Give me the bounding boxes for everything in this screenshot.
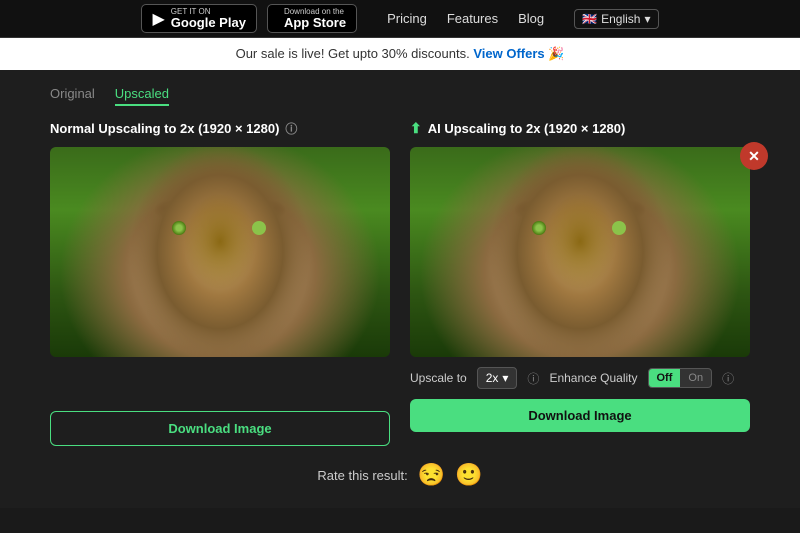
language-label: English (601, 12, 640, 26)
flag-icon: 🇬🇧 (582, 12, 597, 26)
right-image-box (410, 147, 750, 357)
left-panel-title: Normal Upscaling to 2x (1920 × 1280) ⓘ (50, 120, 390, 137)
app-store-bottom-text: App Store (284, 16, 346, 29)
rating-row: Rate this result: 😒 🙂 (50, 462, 750, 488)
tabs: Original Upscaled (50, 86, 750, 106)
close-icon: ✕ (748, 148, 760, 165)
right-panel-title: ⬆ AI Upscaling to 2x (1920 × 1280) (410, 120, 750, 137)
right-download-button[interactable]: Download Image (410, 399, 750, 432)
promo-banner: Our sale is live! Get upto 30% discounts… (0, 38, 800, 70)
ai-upscale-icon: ⬆ (410, 120, 422, 137)
chevron-down-icon: ▾ (644, 12, 650, 26)
enhance-quality-toggle[interactable]: Off On (648, 368, 713, 388)
features-link[interactable]: Features (447, 11, 498, 26)
enhance-label: Enhance Quality (549, 371, 637, 385)
upscale-value: 2x (486, 371, 499, 385)
left-panel-title-text: Normal Upscaling to 2x (1920 × 1280) (50, 121, 279, 136)
upscale-label: Upscale to (410, 371, 467, 385)
info-icon-enhance[interactable]: ⓘ (722, 370, 734, 387)
google-play-bottom-text: Google Play (171, 16, 246, 29)
rating-label: Rate this result: (317, 468, 407, 483)
promo-text: Our sale is live! Get upto 30% discounts… (236, 46, 470, 61)
left-download-button[interactable]: Download Image (50, 411, 390, 446)
app-store-button[interactable]: Download on the App Store (267, 4, 357, 33)
good-rating-button[interactable]: 🙂 (455, 462, 482, 488)
google-play-text: GET IT ON Google Play (171, 8, 246, 29)
dropdown-chevron-icon: ▾ (502, 371, 508, 385)
left-image-box (50, 147, 390, 357)
info-icon-upscale[interactable]: ⓘ (527, 370, 539, 387)
right-panel-controls: Upscale to 2x ▾ ⓘ Enhance Quality Off On… (410, 367, 750, 389)
pricing-link[interactable]: Pricing (387, 11, 427, 26)
language-button[interactable]: 🇬🇧 English ▾ (574, 9, 658, 29)
close-button[interactable]: ✕ (740, 142, 768, 170)
google-play-button[interactable]: ▶ GET IT ON Google Play (141, 4, 256, 33)
blog-link[interactable]: Blog (518, 11, 544, 26)
upscale-select[interactable]: 2x ▾ (477, 367, 518, 389)
tab-upscaled[interactable]: Upscaled (115, 86, 169, 106)
bad-rating-button[interactable]: 😒 (418, 462, 445, 488)
app-store-text: Download on the App Store (284, 8, 346, 29)
language-selector[interactable]: 🇬🇧 English ▾ (574, 9, 658, 29)
left-panel: Normal Upscaling to 2x (1920 × 1280) ⓘ D… (50, 120, 390, 446)
right-panel: ⬆ AI Upscaling to 2x (1920 × 1280) Upsca… (410, 120, 750, 432)
view-offers-link[interactable]: View Offers 🎉 (473, 46, 564, 61)
toggle-on-button[interactable]: On (680, 369, 711, 387)
panels-row: Normal Upscaling to 2x (1920 × 1280) ⓘ D… (50, 120, 750, 446)
toggle-off-button[interactable]: Off (649, 369, 681, 387)
info-icon-left[interactable]: ⓘ (285, 120, 297, 137)
nav-links: Pricing Features Blog (387, 11, 544, 26)
main-content: ✕ Original Upscaled Normal Upscaling to … (0, 70, 800, 508)
left-cat-image (50, 147, 390, 357)
top-nav: ▶ GET IT ON Google Play Download on the … (0, 0, 800, 38)
tab-original[interactable]: Original (50, 86, 95, 106)
google-play-icon: ▶ (152, 9, 164, 29)
right-panel-title-text: AI Upscaling to 2x (1920 × 1280) (428, 121, 626, 136)
right-cat-image (410, 147, 750, 357)
